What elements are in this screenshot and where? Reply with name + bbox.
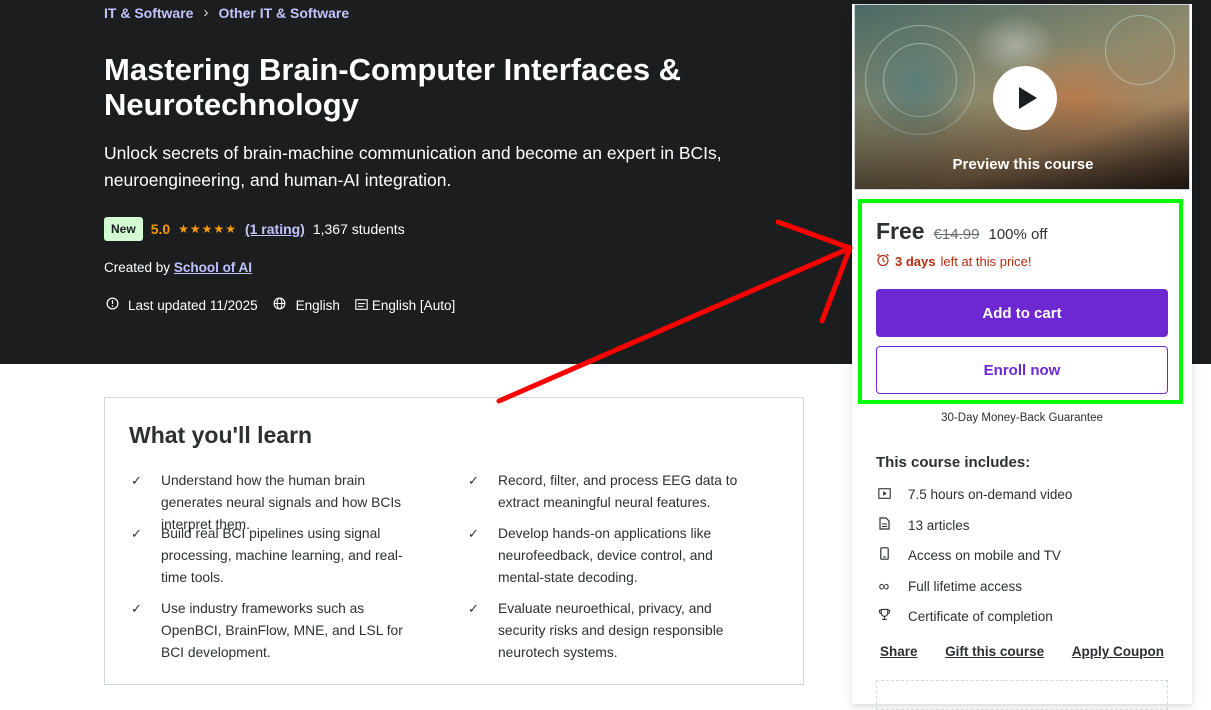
check-icon: ✓: [131, 473, 142, 488]
include-item-text: Certificate of completion: [908, 608, 1053, 624]
globe-icon: [272, 297, 288, 313]
purchase-sidebar: Preview this course Free €14.99 100% off…: [852, 4, 1192, 710]
include-item-text: 7.5 hours on-demand video: [908, 487, 1073, 502]
hud-ring-decoration: [1105, 15, 1175, 85]
include-item-text: 13 articles: [908, 517, 970, 533]
breadcrumb-item-other-it[interactable]: Other IT & Software: [218, 5, 349, 21]
learn-item-text: Build real BCI pipelines using signal pr…: [161, 526, 403, 585]
article-icon: [876, 517, 892, 533]
original-price: €14.99: [933, 226, 980, 243]
learn-item: ✓ Develop hands-on applications like neu…: [466, 523, 756, 589]
learn-item: ✓ Build real BCI pipelines using signal …: [129, 523, 419, 589]
timer-text: left at this price!: [940, 254, 1032, 269]
chevron-right-icon: ›: [203, 4, 209, 21]
enroll-now-button[interactable]: Enroll now: [876, 346, 1168, 394]
check-icon: ✓: [468, 473, 479, 488]
what-youll-learn-box: What you'll learn ✓ Understand how the h…: [104, 397, 804, 685]
learn-title: What you'll learn: [129, 422, 313, 448]
course-meta: Last updated 11/2025 English English [Au…: [104, 297, 455, 313]
student-count: 1,367 students: [312, 221, 405, 237]
include-item: Certificate of completion: [876, 608, 1053, 624]
learn-item: ✓ Use industry frameworks such as OpenBC…: [129, 598, 419, 664]
alarm-clock-icon: [876, 253, 890, 270]
include-item: 7.5 hours on-demand video: [876, 487, 1072, 502]
check-icon: ✓: [468, 601, 479, 616]
author-link[interactable]: School of AI: [174, 260, 252, 275]
current-price: Free: [876, 218, 925, 244]
include-item: Access on mobile and TV: [876, 547, 1061, 563]
rating-row: New 5.0 ★★★★★ (1 rating) 1,367 students: [104, 217, 405, 241]
discount-percent: 100% off: [988, 226, 1048, 243]
includes-title: This course includes:: [876, 454, 1031, 471]
trophy-icon: [876, 608, 892, 624]
new-badge: New: [104, 217, 143, 241]
share-link[interactable]: Share: [880, 644, 918, 659]
created-by-label: Created by: [104, 260, 171, 275]
add-to-cart-button[interactable]: Add to cart: [876, 289, 1168, 337]
learn-item-text: Develop hands-on applications like neuro…: [498, 526, 713, 585]
coupon-box: [876, 680, 1168, 710]
money-back-guarantee: 30-Day Money-Back Guarantee: [941, 412, 1103, 424]
infinity-icon: ∞: [878, 578, 890, 595]
last-updated: Last updated 11/2025: [128, 297, 258, 313]
check-icon: ✓: [468, 526, 479, 541]
rating-count-link[interactable]: (1 rating): [245, 221, 305, 237]
learn-item-text: Record, filter, and process EEG data to …: [498, 473, 738, 510]
video-icon: [876, 487, 892, 502]
timer-days: 3 days: [895, 254, 936, 269]
play-button[interactable]: [993, 66, 1057, 130]
learn-item-text: Evaluate neuroethical, privacy, and secu…: [498, 601, 724, 660]
price-row: Free €14.99 100% off: [876, 218, 1047, 245]
include-item: 13 articles: [876, 517, 970, 533]
sidebar-links: Share Gift this course Apply Coupon: [880, 644, 1164, 659]
created-by: Created by School of AI: [104, 260, 252, 275]
course-language: English: [295, 297, 340, 313]
star-rating-icon: ★★★★★: [178, 222, 237, 236]
alert-clock-icon: [104, 297, 120, 313]
preview-label[interactable]: Preview this course: [855, 156, 1189, 173]
include-item-text: Full lifetime access: [908, 579, 1023, 594]
course-subtitle: Unlock secrets of brain-machine communic…: [104, 143, 722, 190]
course-title: Mastering Brain-Computer Interfaces & Ne…: [104, 52, 682, 122]
include-item-text: Access on mobile and TV: [908, 547, 1061, 563]
check-icon: ✓: [131, 526, 142, 541]
course-preview-video[interactable]: Preview this course: [854, 4, 1190, 190]
breadcrumb: IT & Software › Other IT & Software: [104, 4, 349, 21]
captions-icon: [354, 298, 370, 313]
learn-item: ✓ Record, filter, and process EEG data t…: [466, 470, 756, 514]
mobile-icon: [876, 547, 892, 563]
include-item: ∞ Full lifetime access: [876, 578, 1022, 595]
learn-item: ✓ Evaluate neuroethical, privacy, and se…: [466, 598, 756, 664]
course-captions: English [Auto]: [371, 297, 456, 313]
rating-score: 5.0: [150, 221, 171, 237]
apply-coupon-link[interactable]: Apply Coupon: [1072, 644, 1164, 659]
check-icon: ✓: [131, 601, 142, 616]
breadcrumb-item-it-software[interactable]: IT & Software: [104, 5, 193, 21]
learn-item-text: Use industry frameworks such as OpenBCI,…: [161, 601, 403, 660]
gift-course-link[interactable]: Gift this course: [945, 644, 1044, 659]
play-icon: [1018, 87, 1037, 109]
price-timer: 3 days left at this price!: [876, 253, 1032, 270]
